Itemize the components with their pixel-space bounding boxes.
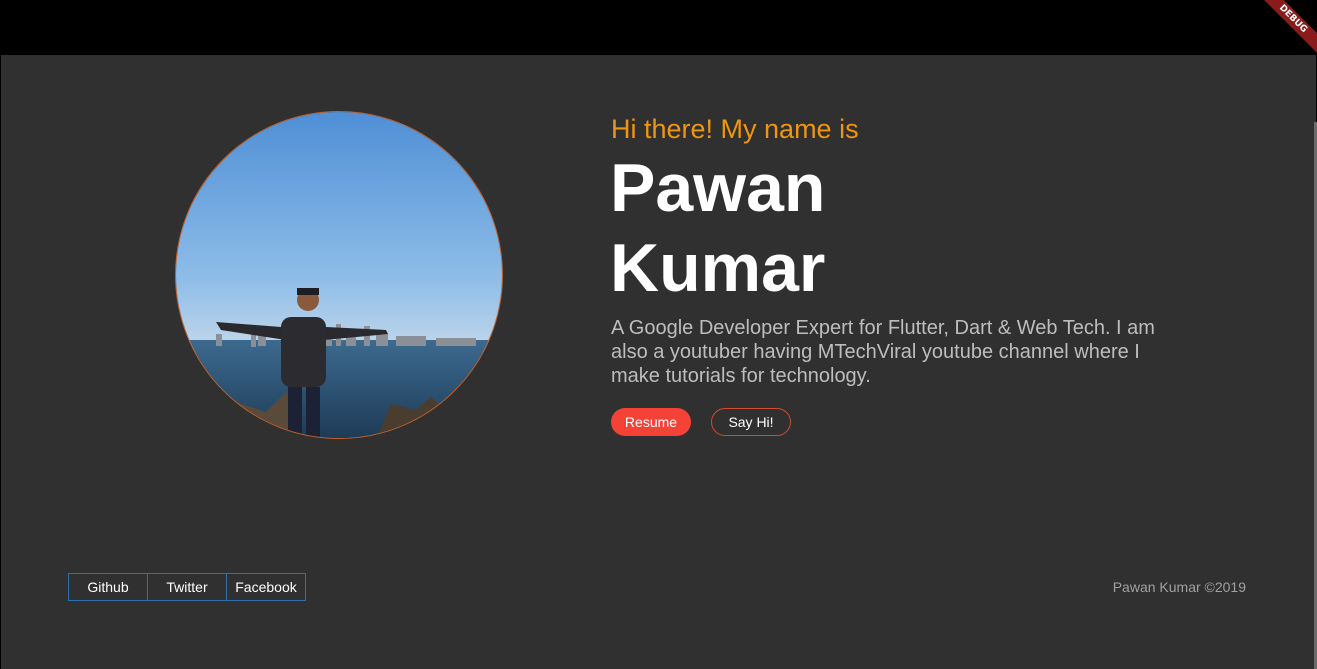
social-links: Github Twitter Facebook	[68, 573, 306, 601]
name-first: Pawan	[610, 150, 826, 226]
twitter-link[interactable]: Twitter	[147, 573, 227, 601]
profile-photo-icon	[176, 112, 502, 438]
name-last: Kumar	[610, 230, 826, 306]
hero-name: Pawan Kumar	[610, 148, 825, 308]
greeting-text: Hi there! My name is	[611, 114, 859, 144]
resume-button[interactable]: Resume	[611, 408, 691, 436]
footer-copyright: Pawan Kumar ©2019	[1112, 579, 1246, 595]
debug-banner: DEBUG	[1257, 0, 1317, 60]
bio-text: A Google Developer Expert for Flutter, D…	[611, 317, 1155, 387]
debug-banner-label: DEBUG	[1257, 0, 1317, 58]
facebook-link[interactable]: Facebook	[226, 573, 306, 601]
profile-avatar	[175, 111, 503, 439]
github-link[interactable]: Github	[68, 573, 148, 601]
app-bar	[0, 0, 1317, 55]
say-hi-button[interactable]: Say Hi!	[711, 408, 791, 436]
